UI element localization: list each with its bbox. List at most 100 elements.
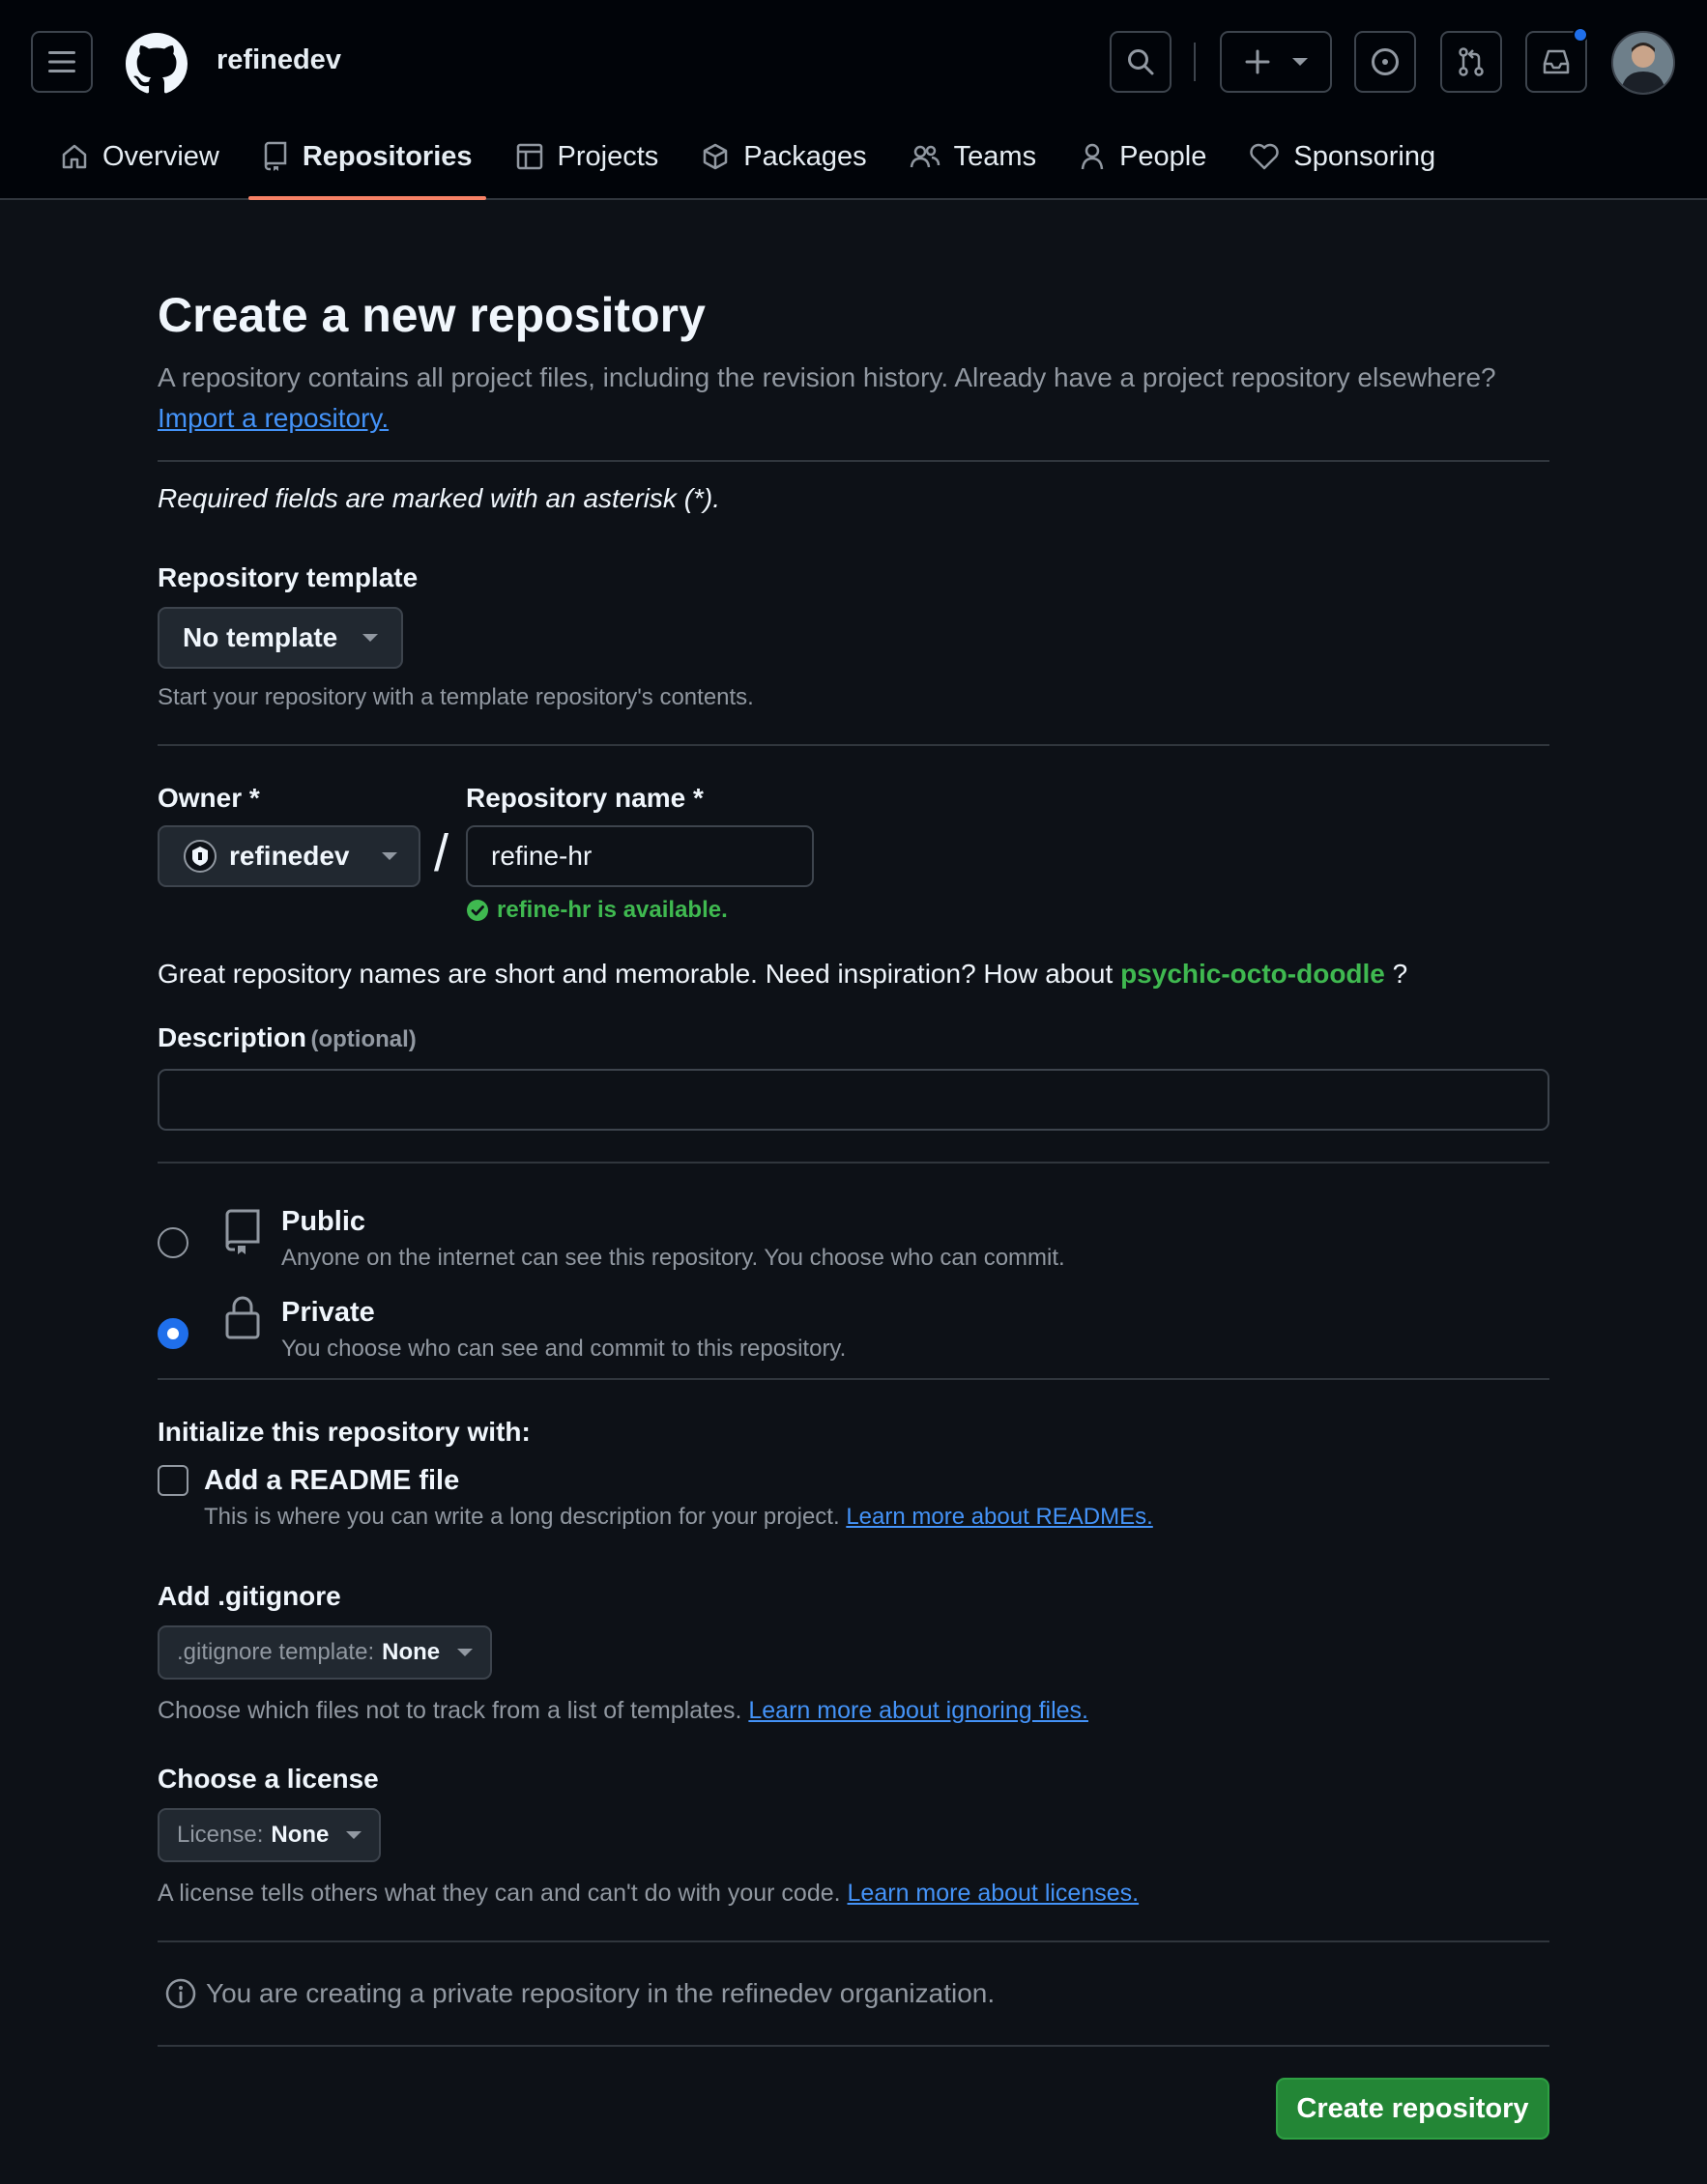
gitignore-value: None — [382, 1639, 441, 1665]
org-tabs: Overview Repositories Projects Packages … — [39, 131, 1457, 200]
divider — [158, 744, 1549, 746]
availability-text: refine-hr is available. — [497, 897, 728, 923]
gitignore-prefix: .gitignore template: — [177, 1639, 375, 1665]
org-name[interactable]: refinedev — [217, 44, 341, 76]
owner-select[interactable]: refinedev — [158, 825, 420, 887]
repo-icon — [225, 1209, 260, 1254]
tab-label: Repositories — [302, 140, 473, 172]
tab-label: Sponsoring — [1293, 140, 1436, 172]
chevron-down-icon — [457, 1649, 474, 1656]
search-button[interactable] — [1110, 31, 1172, 93]
create-repository-button[interactable]: Create repository — [1276, 2078, 1549, 2140]
global-header: refinedev Overview Repositories Projects — [0, 0, 1707, 200]
git-pull-request-icon — [1459, 47, 1484, 76]
public-radio[interactable] — [158, 1227, 188, 1258]
name-suggestion-link[interactable]: psychic-octo-doodle — [1120, 959, 1385, 989]
chevron-down-icon — [1292, 58, 1308, 66]
tab-label: Teams — [953, 140, 1037, 172]
avatar[interactable] — [1611, 31, 1675, 95]
license-prefix: License: — [177, 1822, 264, 1848]
menu-icon — [48, 51, 75, 72]
gitignore-note: Choose which files not to track from a l… — [158, 1697, 1549, 1725]
tab-overview[interactable]: Overview — [39, 131, 241, 182]
people-icon — [910, 145, 940, 168]
license-select[interactable]: License: None — [158, 1808, 382, 1862]
description-input[interactable] — [158, 1069, 1549, 1131]
readme-label[interactable]: Add a README file — [204, 1465, 459, 1497]
private-title: Private — [281, 1297, 375, 1328]
home-icon — [62, 144, 87, 169]
chevron-down-icon — [362, 634, 379, 642]
header-divider — [1194, 43, 1196, 81]
license-value: None — [271, 1822, 330, 1848]
check-circle-icon — [467, 900, 488, 921]
form-actions: Create repository — [158, 2047, 1549, 2163]
info-icon — [165, 1978, 196, 2009]
tab-repositories[interactable]: Repositories — [241, 131, 494, 200]
hamburger-menu-button[interactable] — [31, 31, 93, 93]
gitignore-select[interactable]: .gitignore template: None — [158, 1625, 493, 1680]
availability-message: refine-hr is available. — [466, 897, 728, 924]
tab-teams[interactable]: Teams — [888, 131, 1057, 182]
import-repository-link[interactable]: Import a repository. — [158, 403, 389, 433]
description-label: Description — [158, 1022, 307, 1052]
owner-value: refinedev — [229, 841, 350, 871]
repo-icon — [264, 141, 287, 171]
create-new-dropdown[interactable] — [1220, 31, 1332, 93]
tab-people[interactable]: People — [1057, 131, 1228, 182]
initialize-section: Initialize this repository with: Add a R… — [158, 1380, 1549, 1535]
owner-repo-separator: / — [434, 824, 449, 882]
chevron-down-icon — [346, 1831, 362, 1839]
org-avatar-icon — [184, 840, 217, 873]
divider — [158, 460, 1549, 462]
template-section: Repository template No template Start yo… — [158, 562, 1549, 711]
package-icon — [704, 143, 728, 170]
license-section: Choose a license License: None A license… — [158, 1764, 1549, 1908]
lock-icon — [225, 1296, 260, 1339]
learn-more-licenses-link[interactable]: Learn more about licenses. — [848, 1880, 1140, 1907]
gitignore-note-text: Choose which files not to track from a l… — [158, 1697, 742, 1724]
public-description: Anyone on the internet can see this repo… — [281, 1245, 1065, 1271]
heart-icon — [1250, 143, 1280, 170]
tab-label: Projects — [557, 140, 659, 172]
license-note-text: A license tells others what they can and… — [158, 1880, 841, 1907]
template-label: Repository template — [158, 562, 419, 592]
subtitle-text: A repository contains all project files,… — [158, 362, 1496, 392]
owner-repo-row: Owner * refinedev / Repository name * re… — [158, 783, 1549, 923]
issues-button[interactable] — [1354, 31, 1416, 93]
template-select[interactable]: No template — [158, 607, 404, 669]
inbox-icon — [1543, 49, 1570, 74]
required-fields-note: Required fields are marked with an aster… — [158, 483, 721, 513]
repo-name-input[interactable] — [466, 825, 814, 887]
repo-name-label: Repository name * — [466, 783, 704, 813]
readme-desc-text: This is where you can write a long descr… — [204, 1504, 840, 1530]
public-title: Public — [281, 1206, 366, 1237]
learn-more-ignoring-files-link[interactable]: Learn more about ignoring files. — [748, 1697, 1088, 1724]
tab-projects[interactable]: Projects — [494, 131, 680, 182]
initialize-heading: Initialize this repository with: — [158, 1417, 531, 1447]
tab-label: Overview — [102, 140, 219, 172]
notification-dot — [1573, 27, 1588, 43]
readme-checkbox[interactable] — [158, 1465, 188, 1496]
private-description: You choose who can see and commit to thi… — [281, 1336, 847, 1362]
template-note: Start your repository with a template re… — [158, 684, 754, 710]
tab-sponsoring[interactable]: Sponsoring — [1228, 131, 1457, 182]
pull-requests-button[interactable] — [1440, 31, 1502, 93]
readme-description: This is where you can write a long descr… — [204, 1504, 1153, 1531]
info-banner: You are creating a private repository in… — [158, 1942, 1549, 2045]
issue-opened-icon — [1372, 48, 1399, 75]
tab-label: People — [1119, 140, 1207, 172]
learn-more-readmes-link[interactable]: Learn more about READMEs. — [846, 1504, 1152, 1530]
gitignore-label: Add .gitignore — [158, 1581, 341, 1611]
template-value: No template — [183, 622, 338, 652]
license-note: A license tells others what they can and… — [158, 1880, 1549, 1908]
optional-tag: (optional) — [310, 1026, 417, 1052]
private-radio[interactable] — [158, 1318, 188, 1349]
inspiration-suffix: ? — [1392, 959, 1408, 989]
page-title: Create a new repository — [158, 288, 706, 342]
info-message: You are creating a private repository in… — [206, 1978, 996, 2008]
github-logo-icon[interactable] — [126, 33, 188, 95]
tab-packages[interactable]: Packages — [680, 131, 887, 182]
visibility-section: Public Anyone on the internet can see th… — [158, 1164, 1549, 1378]
license-label: Choose a license — [158, 1764, 379, 1794]
